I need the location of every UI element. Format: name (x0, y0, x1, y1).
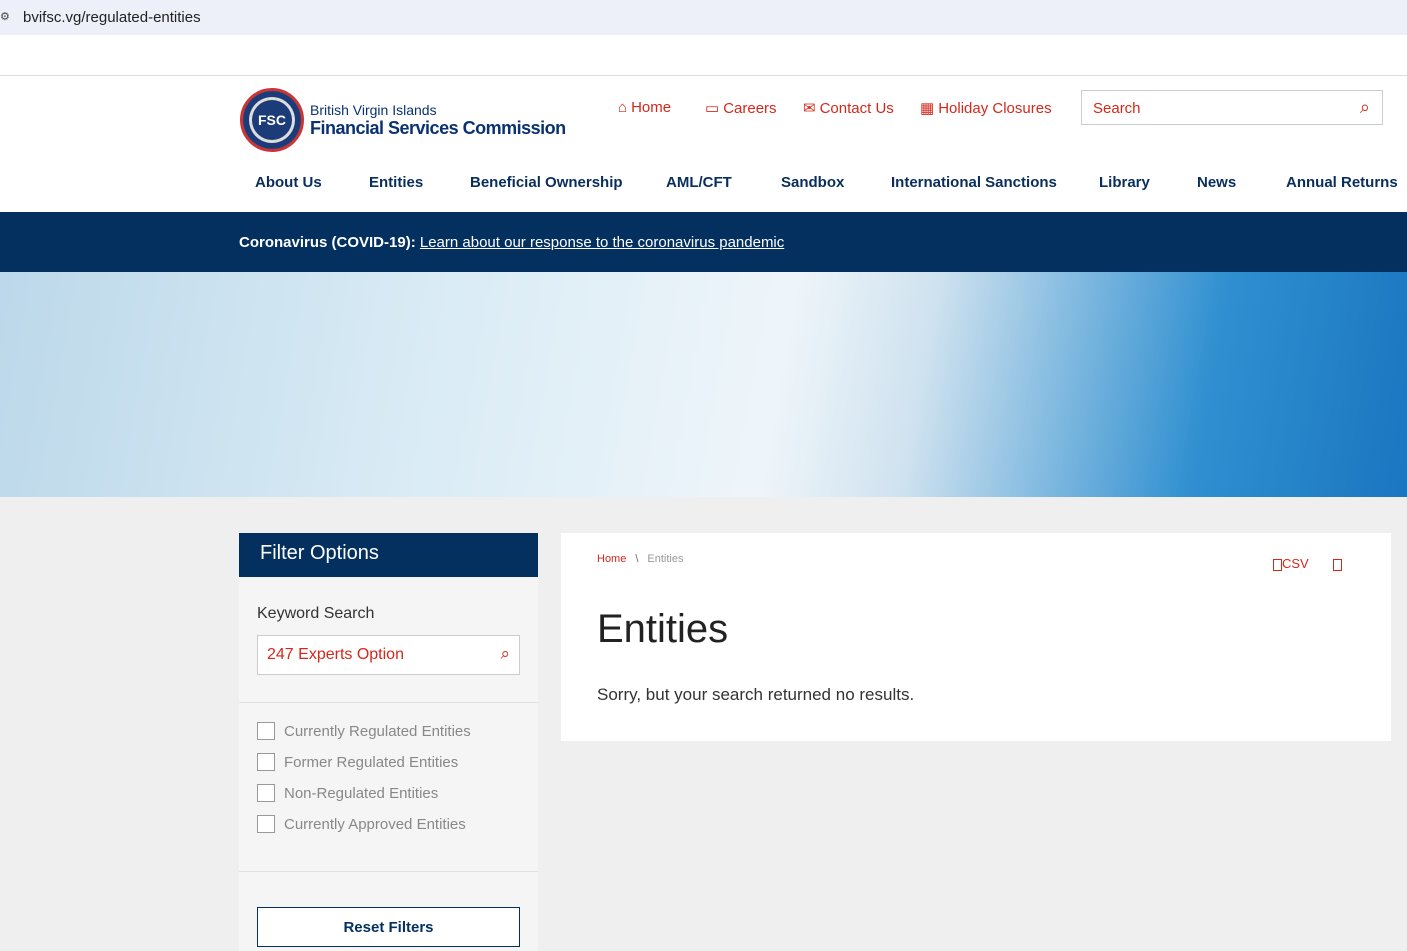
divider (0, 75, 1407, 76)
checkbox-approved[interactable]: Currently Approved Entities (257, 815, 466, 833)
search-placeholder: Search (1093, 100, 1141, 117)
divider (239, 702, 538, 703)
nav-news[interactable]: News (1197, 174, 1236, 191)
csv-label: CSV (1282, 556, 1309, 571)
filter-title: Filter Options (239, 533, 538, 577)
keyword-value: 247 Experts Option (267, 646, 404, 663)
calendar-icon: ▦ (920, 100, 935, 117)
nav-sandbox[interactable]: Sandbox (781, 174, 844, 191)
print-icon[interactable] (1332, 558, 1342, 571)
home-icon: ⌂ (618, 99, 628, 116)
reset-filters-button[interactable]: Reset Filters (257, 907, 520, 947)
util-home[interactable]: ⌂ Home (618, 99, 671, 116)
checkbox[interactable] (257, 722, 275, 740)
checkbox-non-regulated[interactable]: Non-Regulated Entities (257, 784, 438, 802)
site-info-icon[interactable]: ⚙ (0, 10, 10, 23)
logo-line1: British Virgin Islands (310, 101, 437, 118)
keyword-label: Keyword Search (257, 605, 375, 622)
util-holiday[interactable]: ▦ Holiday Closures (920, 99, 1052, 118)
breadcrumb-home[interactable]: Home (597, 553, 626, 565)
envelope-icon: ✉ (803, 100, 816, 117)
filter-panel: Filter Options Keyword Search 247 Expert… (239, 533, 538, 951)
util-label: Holiday Closures (938, 99, 1052, 117)
search-input[interactable]: Search ⌕ (1081, 90, 1383, 125)
logo-line2: Financial Services Commission (310, 117, 566, 138)
checkbox-label: Currently Regulated Entities (284, 722, 471, 740)
file-icon (1273, 558, 1282, 571)
logo[interactable]: FSC British Virgin Islands Financial Serv… (240, 88, 566, 152)
nav-library[interactable]: Library (1099, 174, 1150, 191)
checkbox[interactable] (257, 784, 275, 802)
checkbox[interactable] (257, 815, 275, 833)
divider (239, 871, 538, 872)
checkbox[interactable] (257, 753, 275, 771)
breadcrumb-current: Entities (647, 553, 684, 565)
util-contact[interactable]: ✉ Contact Us (803, 99, 894, 118)
address-bar[interactable]: ⚙ bvifsc.vg/regulated-entities (0, 0, 1407, 35)
nav-sanctions[interactable]: International Sanctions (891, 174, 1057, 191)
checkbox-former[interactable]: Former Regulated Entities (257, 753, 458, 771)
banner-label: Coronavirus (COVID-19): (239, 234, 416, 251)
nav-about[interactable]: About Us (255, 174, 322, 191)
results-panel: Home \ Entities CSV Entities Sorry, but yo… (561, 533, 1391, 741)
no-results-message: Sorry, but your search returned no resul… (597, 685, 915, 704)
breadcrumb: Home \ Entities (597, 553, 684, 565)
covid-banner: Coronavirus (COVID-19): Learn about our … (0, 212, 1407, 272)
hero-image (0, 272, 1407, 497)
util-label: Careers (723, 99, 777, 117)
briefcase-icon: ▭ (705, 100, 720, 117)
search-icon[interactable]: ⌕ (1360, 97, 1370, 118)
keyword-input[interactable]: 247 Experts Option ⌕ (257, 635, 520, 675)
checkbox-current[interactable]: Currently Regulated Entities (257, 722, 471, 740)
util-label: Contact Us (819, 99, 894, 117)
util-careers[interactable]: ▭ Careers (705, 99, 777, 118)
search-icon[interactable]: ⌕ (500, 644, 510, 664)
csv-export-button[interactable]: CSV (1273, 556, 1342, 571)
nav-aml-cft[interactable]: AML/CFT (666, 174, 732, 191)
nav-beneficial-ownership[interactable]: Beneficial Ownership (470, 174, 623, 191)
url-text: bvifsc.vg/regulated-entities (23, 9, 201, 26)
covid-link[interactable]: Learn about our response to the coronavi… (420, 234, 784, 251)
util-label: Home (631, 99, 672, 116)
nav-entities[interactable]: Entities (369, 174, 423, 191)
checkbox-label: Non-Regulated Entities (284, 784, 439, 802)
nav-annual-returns[interactable]: Annual Returns (1286, 174, 1398, 191)
checkbox-label: Former Regulated Entities (284, 753, 459, 771)
page-title: Entities (597, 607, 729, 651)
fsc-seal-icon: FSC (240, 88, 304, 152)
checkbox-label: Currently Approved Entities (284, 815, 466, 833)
